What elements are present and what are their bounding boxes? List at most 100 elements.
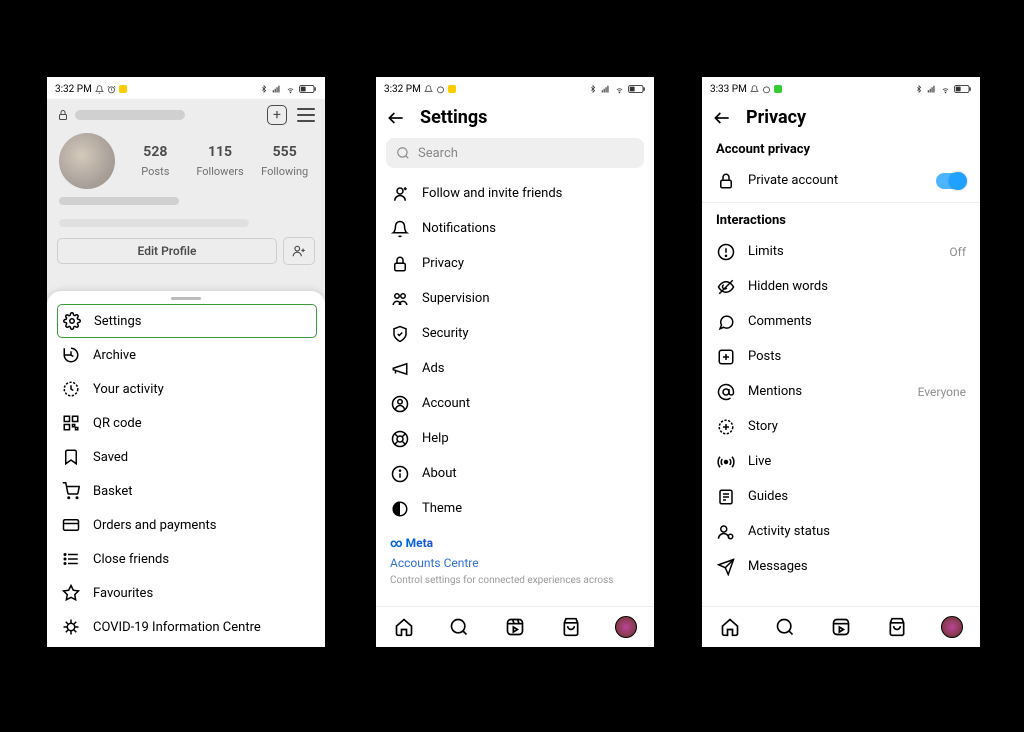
avatar-icon — [615, 616, 637, 638]
nav-shop[interactable] — [560, 616, 582, 638]
nav-search[interactable] — [774, 616, 796, 638]
settings-item-ads[interactable]: Ads — [376, 351, 654, 386]
status-time: 3:32 PM — [55, 84, 92, 95]
status-indicator-icon — [448, 85, 456, 93]
settings-item-help[interactable]: Help — [376, 421, 654, 456]
bottom-nav — [702, 606, 980, 647]
stat-posts[interactable]: 528Posts — [123, 144, 188, 179]
toggle-switch[interactable] — [936, 173, 966, 189]
search-input[interactable]: Search — [386, 138, 644, 168]
privacy-story[interactable]: Story — [702, 409, 980, 444]
menu-item-favourites[interactable]: Favourites — [47, 576, 325, 610]
help-icon — [390, 429, 410, 449]
accounts-centre-link[interactable]: Accounts Centre — [390, 556, 640, 570]
menu-item-your-activity[interactable]: Your activity — [47, 372, 325, 406]
nav-reels[interactable] — [830, 616, 852, 638]
activity-icon — [61, 379, 81, 399]
menu-item-basket[interactable]: Basket — [47, 474, 325, 508]
search-icon — [449, 617, 469, 637]
sheet-handle[interactable] — [171, 297, 201, 300]
privacy-limits[interactable]: Limits Off — [702, 234, 980, 269]
settings-item-follow-invite[interactable]: Follow and invite friends — [376, 176, 654, 211]
stat-label: Followers — [196, 165, 243, 178]
divider — [702, 202, 980, 203]
menu-icon[interactable] — [297, 108, 315, 122]
section-interactions: Interactions — [702, 207, 980, 234]
menu-item-archive[interactable]: Archive — [47, 338, 325, 372]
page-title: Settings — [420, 107, 487, 128]
menu-label: Saved — [93, 450, 128, 465]
home-icon — [394, 617, 414, 637]
status-bar: 3:32 PM — [47, 77, 325, 99]
menu-label: Posts — [748, 349, 781, 364]
privacy-hidden-words[interactable]: Hidden words — [702, 269, 980, 304]
edit-profile-button[interactable]: Edit Profile — [57, 238, 277, 264]
bluetooth-icon — [589, 84, 597, 94]
nav-profile[interactable] — [615, 616, 637, 638]
discover-people-button[interactable] — [283, 237, 315, 265]
menu-item-orders[interactable]: Orders and payments — [47, 508, 325, 542]
menu-label: Close friends — [93, 552, 169, 567]
search-icon — [775, 617, 795, 637]
menu-label: Account — [422, 396, 470, 411]
settings-item-notifications[interactable]: Notifications — [376, 211, 654, 246]
menu-label: Ads — [422, 361, 445, 376]
posts-icon — [716, 347, 736, 367]
nav-shop[interactable] — [886, 616, 908, 638]
nav-reels[interactable] — [504, 616, 526, 638]
gear-icon — [62, 311, 82, 331]
profile-avatar[interactable] — [59, 133, 115, 189]
settings-header: Settings — [376, 99, 654, 136]
menu-item-qr-code[interactable]: QR code — [47, 406, 325, 440]
privacy-posts[interactable]: Posts — [702, 339, 980, 374]
stat-followers[interactable]: 115Followers — [188, 144, 253, 179]
settings-item-account[interactable]: Account — [376, 386, 654, 421]
status-time: 3:33 PM — [710, 84, 747, 95]
privacy-activity-status[interactable]: Activity status — [702, 514, 980, 549]
menu-item-close-friends[interactable]: Close friends — [47, 542, 325, 576]
live-icon — [716, 452, 736, 472]
privacy-comments[interactable]: Comments — [702, 304, 980, 339]
nav-search[interactable] — [448, 616, 470, 638]
menu-label: COVID-19 Information Centre — [93, 620, 261, 635]
privacy-guides[interactable]: Guides — [702, 479, 980, 514]
status-bar: 3:32 PM — [376, 77, 654, 99]
nav-profile[interactable] — [941, 616, 963, 638]
avatar-icon — [941, 616, 963, 638]
menu-label: Hidden words — [748, 279, 828, 294]
wifi-icon — [285, 85, 296, 94]
menu-label: Archive — [93, 348, 136, 363]
settings-item-security[interactable]: Security — [376, 316, 654, 351]
info-virus-icon — [61, 617, 81, 637]
privacy-live[interactable]: Live — [702, 444, 980, 479]
menu-item-settings[interactable]: Settings — [57, 304, 317, 338]
settings-item-theme[interactable]: Theme — [376, 491, 654, 526]
menu-label: Orders and payments — [93, 518, 216, 533]
menu-label: QR code — [93, 416, 142, 431]
settings-item-about[interactable]: About — [376, 456, 654, 491]
bio-redacted — [59, 197, 179, 205]
nav-home[interactable] — [719, 616, 741, 638]
stat-following[interactable]: 555Following — [252, 144, 317, 179]
signal-icon — [271, 85, 282, 94]
settings-item-supervision[interactable]: Supervision — [376, 281, 654, 316]
privacy-messages[interactable]: Messages — [702, 549, 980, 584]
menu-label: Mentions — [748, 384, 802, 399]
create-button[interactable]: + — [267, 105, 287, 125]
back-arrow-icon[interactable] — [386, 108, 406, 128]
info-icon — [390, 464, 410, 484]
settings-item-privacy[interactable]: Privacy — [376, 246, 654, 281]
alarm-icon — [762, 85, 771, 94]
card-icon — [61, 515, 81, 535]
archive-icon — [61, 345, 81, 365]
messages-icon — [716, 557, 736, 577]
menu-value: Off — [949, 245, 966, 259]
menu-item-saved[interactable]: Saved — [47, 440, 325, 474]
story-icon — [716, 417, 736, 437]
wifi-icon — [614, 85, 625, 94]
back-arrow-icon[interactable] — [712, 108, 732, 128]
menu-item-covid[interactable]: COVID-19 Information Centre — [47, 610, 325, 644]
privacy-private-account[interactable]: Private account — [702, 163, 980, 198]
privacy-mentions[interactable]: Mentions Everyone — [702, 374, 980, 409]
nav-home[interactable] — [393, 616, 415, 638]
